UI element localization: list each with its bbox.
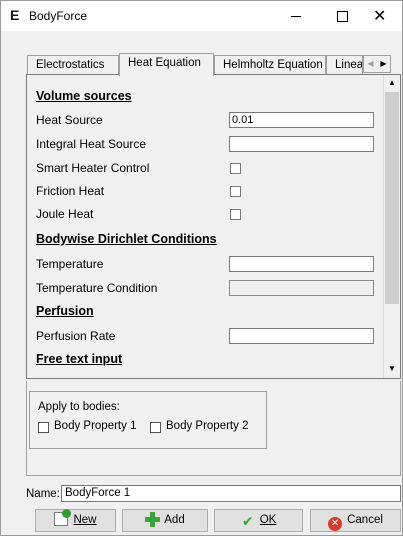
scroll-down-icon[interactable]: ▼ <box>384 361 400 377</box>
body-property-2-checkbox[interactable] <box>150 422 161 433</box>
name-input[interactable]: BodyForce 1 <box>61 485 401 502</box>
checkmark-icon: ✔ <box>241 513 254 529</box>
ok-button-label: OK <box>259 514 277 526</box>
cancel-icon: ✕ <box>328 517 343 531</box>
section-perfusion: Perfusion <box>36 304 94 318</box>
integral-heat-source-label: Integral Heat Source <box>36 137 147 151</box>
plus-icon <box>145 512 161 527</box>
joule-heat-checkbox[interactable] <box>230 209 241 220</box>
perfusion-rate-label: Perfusion Rate <box>36 329 116 343</box>
joule-heat-label: Joule Heat <box>36 207 94 221</box>
section-free-text-input: Free text input <box>36 352 123 366</box>
body-property-1-checkbox[interactable] <box>38 422 49 433</box>
temperature-label: Temperature <box>36 257 104 271</box>
minimize-button[interactable] <box>274 1 319 31</box>
tab-scroll-buttons: ◀ ▶ <box>363 55 391 73</box>
temperature-condition-label: Temperature Condition <box>36 281 158 295</box>
ok-button[interactable]: ✔ OK <box>214 509 303 532</box>
add-button[interactable]: Add <box>122 509 208 532</box>
temperature-input[interactable] <box>229 256 374 272</box>
new-document-icon <box>54 509 72 526</box>
tab-electrostatics[interactable]: Electrostatics <box>27 55 119 75</box>
close-icon: ✕ <box>373 6 387 25</box>
new-button[interactable]: New <box>35 509 116 532</box>
close-button[interactable]: ✕ <box>357 1 402 31</box>
equation-tabs: Electrostatics Heat Equation Helmholtz E… <box>27 53 391 76</box>
smart-heater-label: Smart Heater Control <box>36 161 150 175</box>
apply-to-bodies-title: Apply to bodies: <box>38 401 120 413</box>
window-title: BodyForce <box>29 9 88 23</box>
app-icon: E <box>10 7 20 23</box>
body-property-2-label[interactable]: Body Property 2 <box>166 420 248 432</box>
panel-scroll-area: Volume sources Heat Source 0.01 Integral… <box>27 75 383 378</box>
tab-linear[interactable]: Linea <box>326 55 363 75</box>
cancel-button[interactable]: ✕ Cancel <box>310 509 401 532</box>
heat-source-label: Heat Source <box>36 113 103 127</box>
panel-scrollbar[interactable]: ▲ ▼ <box>383 75 400 378</box>
bodyforce-window: E BodyForce ✕ Electrostatics Heat Equati… <box>0 0 403 536</box>
tab-helmholtz-equation[interactable]: Helmholtz Equation <box>214 55 326 75</box>
tab-heat-equation[interactable]: Heat Equation <box>119 53 214 76</box>
integral-heat-source-input[interactable] <box>229 136 374 152</box>
friction-heat-checkbox[interactable] <box>230 186 241 197</box>
heat-equation-panel: Volume sources Heat Source 0.01 Integral… <box>26 74 401 379</box>
section-dirichlet-conditions: Bodywise Dirichlet Conditions <box>36 232 217 246</box>
scroll-up-icon[interactable]: ▲ <box>384 75 400 91</box>
perfusion-rate-input[interactable] <box>229 328 374 344</box>
add-button-label: Add <box>164 514 185 526</box>
title-bar[interactable]: E BodyForce ✕ <box>1 1 402 31</box>
scroll-thumb[interactable] <box>385 92 399 304</box>
tab-scroll-left-icon[interactable]: ◀ <box>364 57 377 71</box>
heat-source-input[interactable]: 0.01 <box>229 112 374 128</box>
name-label: Name: <box>26 488 60 500</box>
smart-heater-checkbox[interactable] <box>230 163 241 174</box>
friction-heat-label: Friction Heat <box>36 184 105 198</box>
tab-scroll-right-icon[interactable]: ▶ <box>377 57 390 71</box>
new-button-label: New <box>73 514 97 526</box>
body-property-1-label[interactable]: Body Property 1 <box>54 420 136 432</box>
temperature-condition-input[interactable] <box>229 280 374 296</box>
section-volume-sources: Volume sources <box>36 89 132 103</box>
cancel-button-label: Cancel <box>347 514 383 526</box>
apply-to-bodies-group: Apply to bodies: Body Property 1 Body Pr… <box>29 391 267 449</box>
